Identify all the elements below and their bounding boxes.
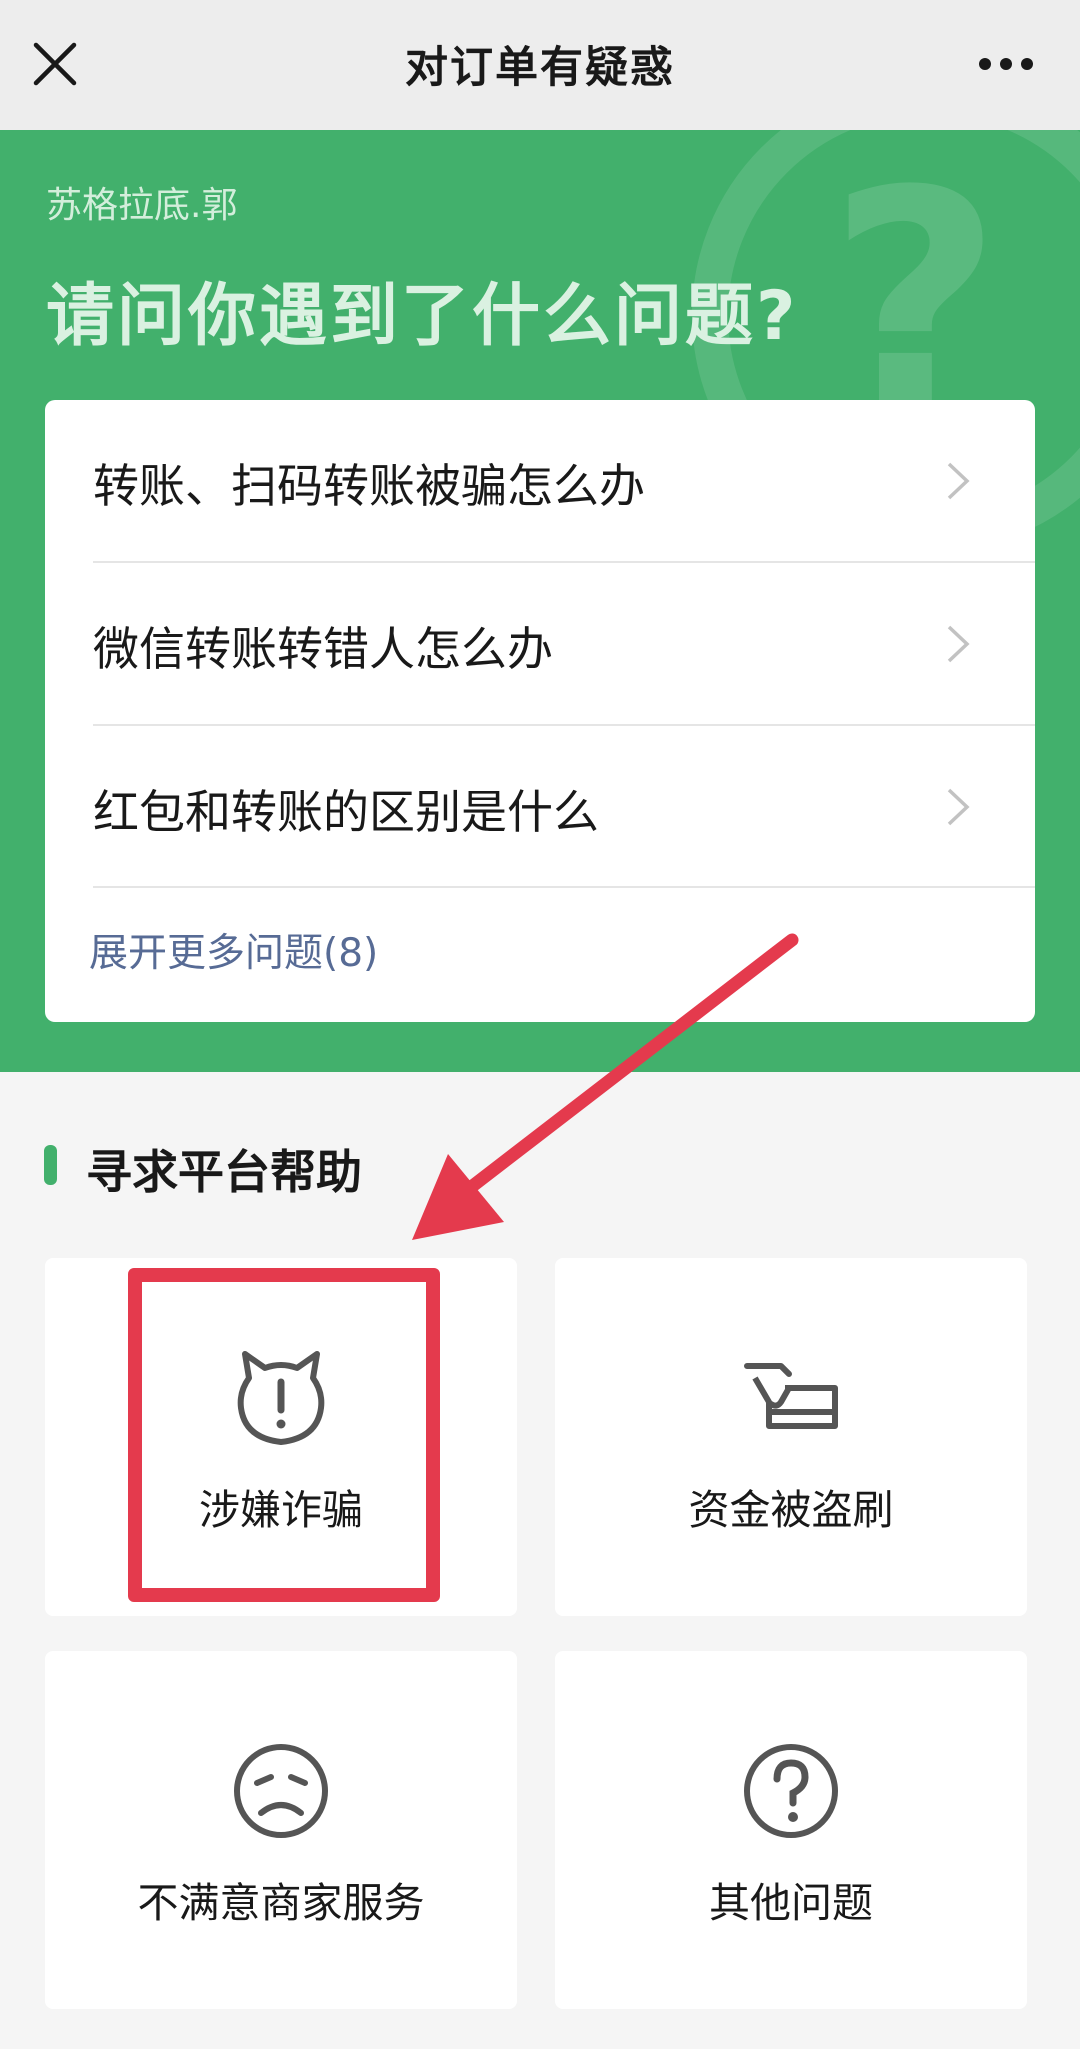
faq-item-wrong-recipient[interactable]: 微信转账转错人怎么办 [45, 563, 1035, 724]
expand-more-questions-link[interactable]: 展开更多问题(8) [89, 922, 378, 978]
annotation-highlight-box [128, 1268, 440, 1602]
faq-item-redpacket-vs-transfer[interactable]: 红包和转账的区别是什么 [45, 726, 1035, 887]
chevron-right-icon [947, 625, 970, 663]
tile-label: 资金被盗刷 [688, 1486, 894, 1534]
chevron-right-icon [947, 788, 970, 826]
faq-card: 转账、扫码转账被骗怎么办 微信转账转错人怎么办 红包和转账的区别是什么 展开更多… [45, 400, 1035, 1022]
chevron-right-icon [947, 462, 970, 500]
faq-item-scam-transfer[interactable]: 转账、扫码转账被骗怎么办 [45, 400, 1035, 561]
tile-label: 其他问题 [709, 1879, 873, 1927]
question-circle-icon [744, 1744, 838, 1838]
faq-item-label: 微信转账转错人怎么办 [93, 622, 553, 676]
user-name: 苏格拉底.郭 [46, 185, 238, 226]
sad-face-icon [234, 1744, 328, 1838]
section-title: 寻求平台帮助 [86, 1145, 362, 1199]
hero-title: 请问你遇到了什么问题? [46, 277, 799, 356]
tile-unsatisfied-merchant[interactable]: 不满意商家服务 [45, 1651, 517, 2009]
faq-item-label: 红包和转账的区别是什么 [93, 785, 599, 839]
card-swipe-icon [744, 1363, 838, 1429]
more-horizontal-icon[interactable] [978, 55, 1034, 73]
section-accent-bar [44, 1145, 57, 1185]
faq-item-label: 转账、扫码转账被骗怎么办 [93, 459, 645, 513]
tile-other-issues[interactable]: 其他问题 [555, 1651, 1027, 2009]
hero-banner: ? 苏格拉底.郭 请问你遇到了什么问题? 转账、扫码转账被骗怎么办 微信转账转错… [0, 130, 1080, 1072]
tile-funds-stolen[interactable]: 资金被盗刷 [555, 1258, 1027, 1616]
page-title: 对订单有疑惑 [405, 43, 675, 93]
top-nav-bar: 对订单有疑惑 [0, 0, 1080, 130]
divider [93, 886, 1035, 888]
tile-label: 不满意商家服务 [137, 1879, 425, 1927]
